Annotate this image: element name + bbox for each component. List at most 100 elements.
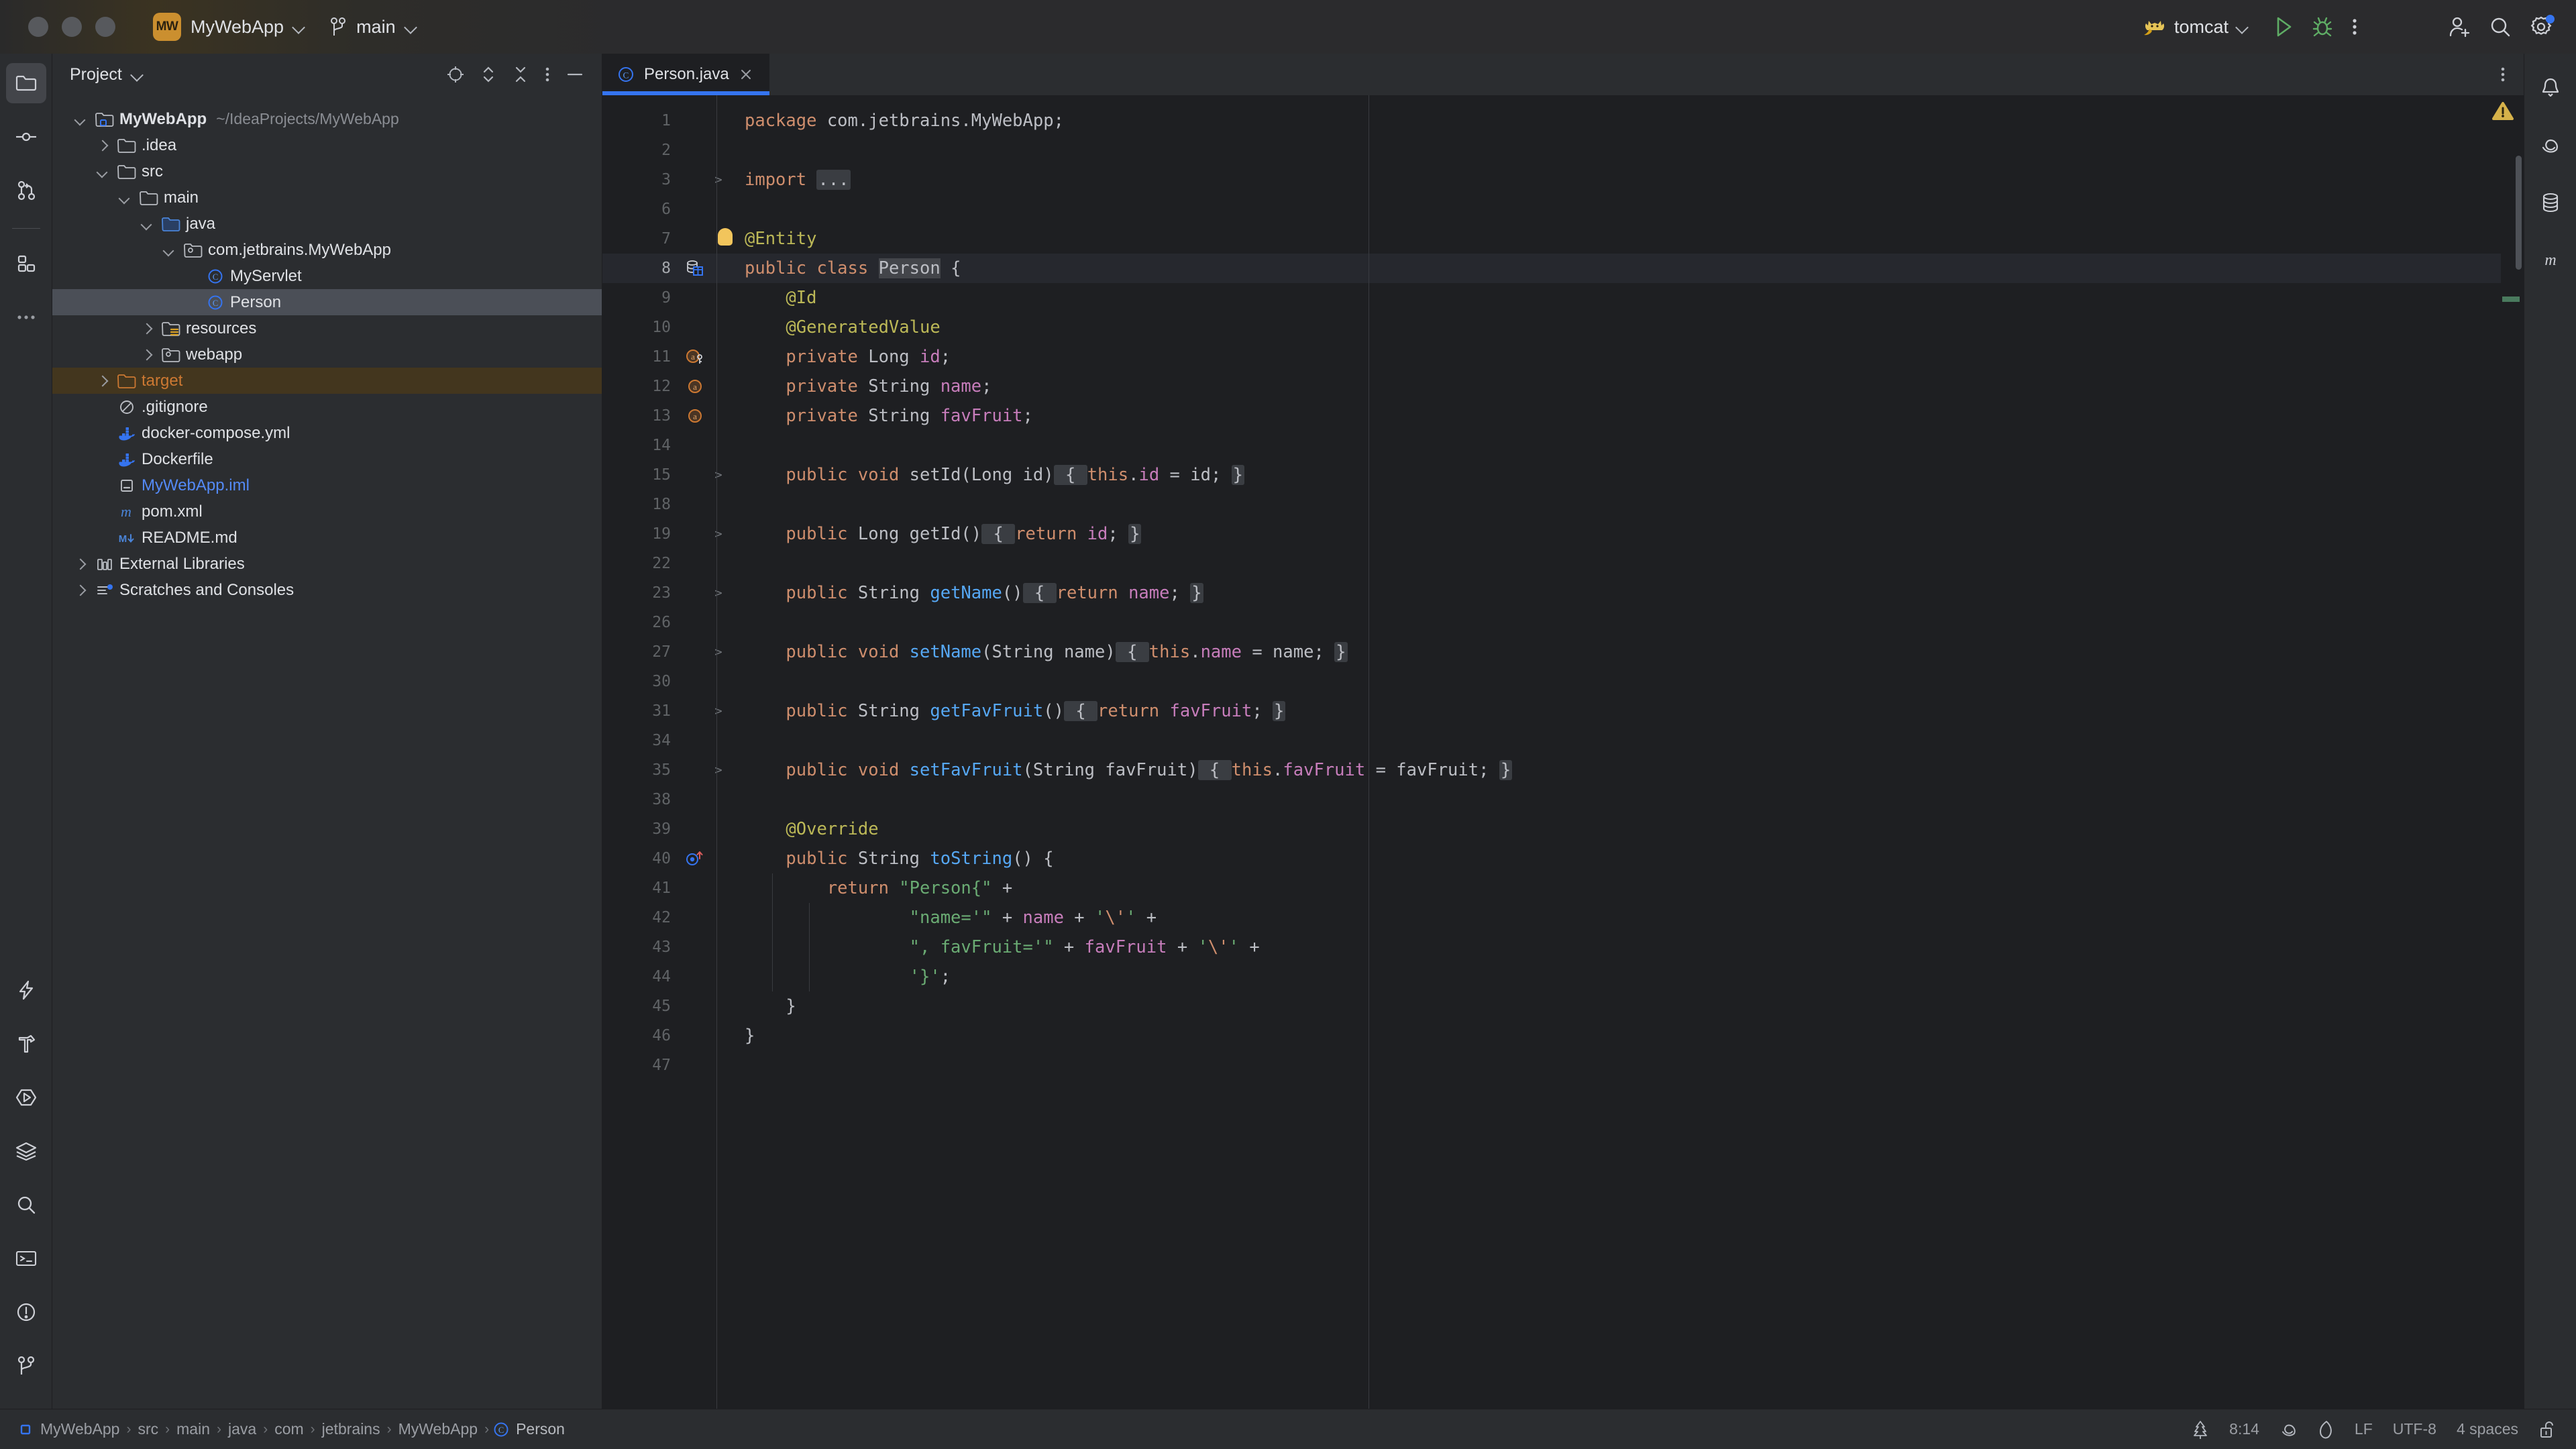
code-line[interactable]: 42 "name='" + name + '\'' + bbox=[602, 903, 2524, 932]
chevron-down-icon[interactable] bbox=[157, 245, 180, 256]
more-vertical-icon[interactable] bbox=[544, 65, 551, 84]
line-number[interactable]: 13 bbox=[602, 401, 680, 431]
line-number[interactable]: 6 bbox=[602, 195, 680, 224]
code-line[interactable]: 39 @Override bbox=[602, 814, 2524, 844]
code-line[interactable]: 19> public Long getId() { return id; } bbox=[602, 519, 2524, 549]
encoding-label[interactable]: UTF-8 bbox=[2393, 1420, 2436, 1438]
tree-node-readme-md[interactable]: MREADME.md bbox=[52, 525, 602, 551]
close-icon[interactable] bbox=[739, 67, 753, 82]
project-widget[interactable]: MW MyWebApp bbox=[146, 11, 312, 43]
sidebar-item-spring[interactable] bbox=[2530, 125, 2571, 165]
chevron-right-icon[interactable] bbox=[91, 140, 113, 151]
tree-node-person[interactable]: CPerson bbox=[52, 289, 602, 315]
code-line[interactable]: 7@Entity bbox=[602, 224, 2524, 254]
editor-marker-gutter[interactable] bbox=[2501, 95, 2524, 1409]
more-vertical-icon[interactable] bbox=[2351, 15, 2359, 38]
sidebar-item-notifications[interactable] bbox=[2530, 67, 2571, 107]
line-number[interactable]: 26 bbox=[602, 608, 680, 637]
line-number[interactable]: 22 bbox=[602, 549, 680, 578]
chevron-right-icon[interactable] bbox=[68, 585, 91, 596]
chevron-right-icon[interactable] bbox=[91, 376, 113, 386]
expand-all-icon[interactable] bbox=[480, 64, 497, 85]
code-line[interactable]: 14 bbox=[602, 431, 2524, 460]
code-line[interactable]: 3>import ... bbox=[602, 165, 2524, 195]
line-number[interactable]: 40 bbox=[602, 844, 680, 873]
line-number[interactable]: 12 bbox=[602, 372, 680, 401]
sidebar-item-services[interactable] bbox=[6, 1131, 46, 1171]
code-line[interactable]: 12a private String name; bbox=[602, 372, 2524, 401]
line-number[interactable]: 9 bbox=[602, 283, 680, 313]
code-line[interactable]: 6 bbox=[602, 195, 2524, 224]
breadcrumb-item[interactable]: src bbox=[133, 1420, 162, 1438]
tree-node-main[interactable]: main bbox=[52, 184, 602, 211]
sidebar-item-find[interactable] bbox=[6, 1185, 46, 1225]
line-number[interactable]: 10 bbox=[602, 313, 680, 342]
chevron-right-icon[interactable] bbox=[68, 559, 91, 570]
window-controls[interactable] bbox=[28, 17, 115, 37]
close-window-button[interactable] bbox=[28, 17, 48, 37]
line-number[interactable]: 27 bbox=[602, 637, 680, 667]
breadcrumb-item[interactable]: java bbox=[224, 1420, 260, 1438]
line-number[interactable]: 31 bbox=[602, 696, 680, 726]
christmas-tree-icon[interactable] bbox=[2192, 1419, 2209, 1440]
indent-label[interactable]: 4 spaces bbox=[2457, 1420, 2518, 1438]
breadcrumb-item[interactable]: jetbrains bbox=[318, 1420, 384, 1438]
code-line[interactable]: 1package com.jetbrains.MyWebApp; bbox=[602, 106, 2524, 136]
sidebar-item-problems[interactable] bbox=[6, 1292, 46, 1332]
code-line[interactable]: 8public class Person { bbox=[602, 254, 2524, 283]
line-number[interactable]: 30 bbox=[602, 667, 680, 696]
code-line[interactable]: 27> public void setName(String name) { t… bbox=[602, 637, 2524, 667]
line-number[interactable]: 2 bbox=[602, 136, 680, 165]
breadcrumb[interactable]: MyWebApp›src›main›java›com›jetbrains›MyW… bbox=[17, 1420, 569, 1438]
line-number[interactable]: 1 bbox=[602, 106, 680, 136]
fold-expand-icon[interactable]: > bbox=[710, 165, 727, 195]
entity-table-icon[interactable] bbox=[680, 258, 710, 278]
code-line[interactable]: 43 ", favFruit='" + favFruit + '\'' + bbox=[602, 932, 2524, 962]
code-line[interactable]: 2 bbox=[602, 136, 2524, 165]
code-line[interactable]: 10 @GeneratedValue bbox=[602, 313, 2524, 342]
unlocked-padlock-icon[interactable] bbox=[2538, 1419, 2556, 1440]
sidebar-item-run[interactable] bbox=[6, 1077, 46, 1118]
chevron-right-icon[interactable] bbox=[135, 323, 158, 334]
code-line[interactable]: 22 bbox=[602, 549, 2524, 578]
tree-node-com-jetbrains-mywebapp[interactable]: com.jetbrains.MyWebApp bbox=[52, 237, 602, 263]
tab-person-java[interactable]: C Person.java bbox=[602, 54, 769, 95]
tree-node-mywebapp-iml[interactable]: MyWebApp.iml bbox=[52, 472, 602, 498]
add-user-icon[interactable] bbox=[2447, 15, 2471, 38]
line-separator-label[interactable]: LF bbox=[2355, 1420, 2373, 1438]
settings-gear-icon[interactable] bbox=[2529, 15, 2553, 38]
line-number[interactable]: 45 bbox=[602, 991, 680, 1021]
run-configuration-selector[interactable]: tomcat bbox=[2137, 11, 2255, 43]
tree-node-pom-xml[interactable]: mpom.xml bbox=[52, 498, 602, 525]
line-number[interactable]: 42 bbox=[602, 903, 680, 932]
line-number[interactable]: 7 bbox=[602, 224, 680, 254]
sidebar-item-more[interactable] bbox=[6, 297, 46, 337]
fold-expand-icon[interactable]: > bbox=[710, 519, 727, 549]
tree-node-docker-compose-yml[interactable]: docker-compose.yml bbox=[52, 420, 602, 446]
warning-triangle-icon[interactable] bbox=[2491, 101, 2514, 124]
sidebar-item-pull-requests[interactable] bbox=[6, 170, 46, 211]
code-line[interactable]: 13a private String favFruit; bbox=[602, 401, 2524, 431]
code-line[interactable]: 15> public void setId(Long id) { this.id… bbox=[602, 460, 2524, 490]
minimize-icon[interactable] bbox=[566, 65, 584, 84]
minimize-window-button[interactable] bbox=[62, 17, 82, 37]
jpa-attribute-icon[interactable]: a bbox=[680, 406, 710, 426]
sidebar-item-build[interactable] bbox=[6, 1024, 46, 1064]
code-line[interactable]: 30 bbox=[602, 667, 2524, 696]
chevron-down-icon[interactable] bbox=[68, 114, 91, 125]
tree-node-mywebapp[interactable]: MyWebApp~/IdeaProjects/MyWebApp bbox=[52, 106, 602, 132]
code-line[interactable]: 18 bbox=[602, 490, 2524, 519]
line-number[interactable]: 34 bbox=[602, 726, 680, 755]
sidebar-item-terminal[interactable] bbox=[6, 1238, 46, 1279]
line-number[interactable]: 18 bbox=[602, 490, 680, 519]
fold-expand-icon[interactable]: > bbox=[710, 696, 727, 726]
chevron-down-icon[interactable] bbox=[91, 166, 113, 177]
collapse-all-icon[interactable] bbox=[512, 64, 529, 85]
line-number[interactable]: 23 bbox=[602, 578, 680, 608]
chevron-right-icon[interactable] bbox=[135, 350, 158, 360]
tree-node-src[interactable]: src bbox=[52, 158, 602, 184]
line-number[interactable]: 19 bbox=[602, 519, 680, 549]
line-number[interactable]: 3 bbox=[602, 165, 680, 195]
chevron-down-icon[interactable] bbox=[131, 68, 144, 80]
code-line[interactable]: 31> public String getFavFruit() { return… bbox=[602, 696, 2524, 726]
